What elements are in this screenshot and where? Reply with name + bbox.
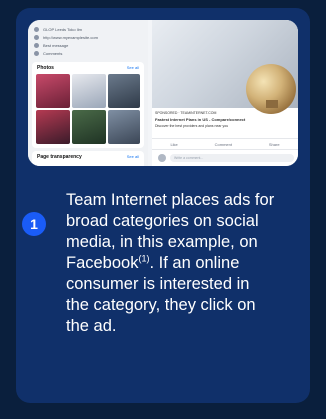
photo-thumbnail[interactable] — [72, 110, 106, 144]
ad-caption-line: SPONSORED · TEAMINTERNET.COM — [155, 111, 217, 115]
photo-thumbnail[interactable] — [36, 74, 70, 108]
page-transparency-title: Page transparency — [37, 154, 82, 160]
info-row: GLOP Leeds Toko Ilm — [34, 25, 82, 33]
photos-panel: Photos See all — [32, 62, 144, 148]
ad-image[interactable] — [152, 20, 298, 114]
photos-see-all-link[interactable]: See all — [127, 65, 139, 70]
page-transparency-panel: Page transparency See all — [32, 151, 144, 166]
step-number-badge: 1 — [22, 212, 46, 236]
comment-input[interactable]: Write a comment... — [170, 154, 294, 162]
info-row: http://www.myexamplesite.com — [34, 33, 98, 41]
photo-thumbnail[interactable] — [36, 110, 70, 144]
link-icon — [34, 34, 39, 40]
ad-caption-line: Discover the best providers and plans ne… — [155, 124, 229, 128]
transparency-see-all-link[interactable]: See all — [127, 154, 139, 159]
globe-stand — [266, 100, 278, 108]
facebook-screenshot: GLOP Leeds Toko Ilm http://www.myexample… — [28, 20, 298, 166]
photo-thumbnail[interactable] — [72, 74, 106, 108]
comment-icon — [34, 50, 39, 56]
info-text: Best message — [43, 42, 69, 48]
info-row: Best message — [34, 41, 68, 49]
avatar — [158, 154, 166, 162]
info-row: Comments — [34, 49, 62, 57]
step-description: Team Internet places ads for broad categ… — [66, 190, 276, 337]
photos-title: Photos — [37, 65, 54, 71]
footnote-marker: (1) — [138, 253, 150, 264]
info-text: Comments — [43, 50, 63, 56]
like-button[interactable]: Like — [170, 142, 177, 147]
comment-button[interactable]: Comment — [215, 142, 232, 147]
ad-headline[interactable]: Fastest Internet Plans in US - Compare/c… — [155, 117, 245, 122]
info-text: http://www.myexamplesite.com — [43, 34, 98, 40]
info-text: GLOP Leeds Toko Ilm — [43, 26, 82, 32]
facebook-left-column: GLOP Leeds Toko Ilm http://www.myexample… — [28, 20, 148, 166]
photo-thumbnail[interactable] — [108, 110, 140, 144]
facebook-ad-post[interactable]: SPONSORED · TEAMINTERNET.COM Fastest Int… — [152, 20, 298, 166]
message-icon — [34, 42, 39, 48]
photo-thumbnail[interactable] — [108, 74, 140, 108]
share-button[interactable]: Share — [269, 142, 280, 147]
post-actions: Like Comment Share — [152, 138, 298, 150]
info-icon — [34, 26, 39, 32]
